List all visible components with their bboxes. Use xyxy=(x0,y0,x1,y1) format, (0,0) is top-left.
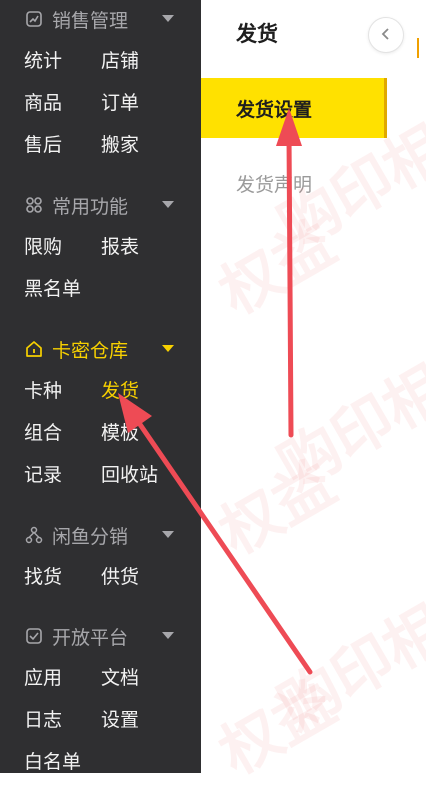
chevron-left-icon xyxy=(380,26,392,45)
sidebar-item-blacklist[interactable]: 黑名单 xyxy=(24,276,81,302)
group-title-card-warehouse: 卡密仓库 xyxy=(52,339,129,362)
sidebar-item-docs[interactable]: 文档 xyxy=(101,665,139,691)
sidebar-item-settings[interactable]: 设置 xyxy=(101,707,139,733)
sidebar-item-delivery[interactable]: 发货 xyxy=(101,378,139,404)
sidebar-item-reports[interactable]: 报表 xyxy=(101,234,139,260)
warehouse-icon xyxy=(24,339,44,359)
chevron-down-icon[interactable] xyxy=(162,345,174,352)
content-area xyxy=(388,0,426,773)
sidebar-item-supply[interactable]: 供货 xyxy=(101,564,139,590)
sidebar-item-templates[interactable]: 模板 xyxy=(101,420,139,446)
subnav-item-label: 发货设置 xyxy=(236,99,313,121)
subnav-item-delivery-settings[interactable]: 发货设置 xyxy=(201,78,387,138)
group-header-sales[interactable]: 销售管理 xyxy=(24,5,128,33)
group-title-open-platform: 开放平台 xyxy=(52,626,129,649)
sidebar-item-find-goods[interactable]: 找货 xyxy=(24,564,62,590)
platform-check-icon xyxy=(24,626,44,646)
grid-apps-icon xyxy=(24,195,44,215)
sales-chart-icon xyxy=(24,9,44,29)
sidebar-item-orders[interactable]: 订单 xyxy=(101,90,139,116)
collapse-button[interactable] xyxy=(368,17,404,53)
sidebar-item-records[interactable]: 记录 xyxy=(24,462,62,488)
sidebar-item-products[interactable]: 商品 xyxy=(24,90,62,116)
chevron-down-icon[interactable] xyxy=(162,15,174,22)
group-header-common[interactable]: 常用功能 xyxy=(24,191,128,219)
subpanel-title: 发货 xyxy=(236,22,278,46)
group-title-common: 常用功能 xyxy=(52,195,129,218)
group-header-card-warehouse[interactable]: 卡密仓库 xyxy=(24,335,128,363)
sidebar-item-after-sales[interactable]: 售后 xyxy=(24,132,62,158)
sidebar-item-card-types[interactable]: 卡种 xyxy=(24,378,62,404)
group-header-open-platform[interactable]: 开放平台 xyxy=(24,622,128,650)
chevron-down-icon[interactable] xyxy=(162,632,174,639)
sidebar-item-combos[interactable]: 组合 xyxy=(24,420,62,446)
sidebar-item-stats[interactable]: 统计 xyxy=(24,48,62,74)
subnav-item-delivery-statement[interactable]: 发货声明 xyxy=(236,170,312,197)
sidebar-item-recycle-bin[interactable]: 回收站 xyxy=(101,462,158,488)
sidebar-item-shops[interactable]: 店铺 xyxy=(101,48,139,74)
sidebar-item-purchase-limit[interactable]: 限购 xyxy=(24,234,62,260)
group-header-distribution[interactable]: 闲鱼分销 xyxy=(24,521,128,549)
distribution-network-icon xyxy=(24,525,44,545)
sidebar-item-apps[interactable]: 应用 xyxy=(24,665,62,691)
group-title-sales: 销售管理 xyxy=(52,9,129,32)
chevron-down-icon[interactable] xyxy=(162,531,174,538)
sidebar-item-migrate[interactable]: 搬家 xyxy=(101,132,139,158)
sidebar-item-logs[interactable]: 日志 xyxy=(24,707,62,733)
group-title-distribution: 闲鱼分销 xyxy=(52,525,129,548)
sidebar: 销售管理 统计 店铺 商品 订单 售后 搬家 常用功能 限购 报表 黑名单 卡密… xyxy=(0,0,201,773)
sidebar-item-whitelist[interactable]: 白名单 xyxy=(24,749,81,773)
content-edge-mark xyxy=(417,38,426,58)
chevron-down-icon[interactable] xyxy=(162,201,174,208)
